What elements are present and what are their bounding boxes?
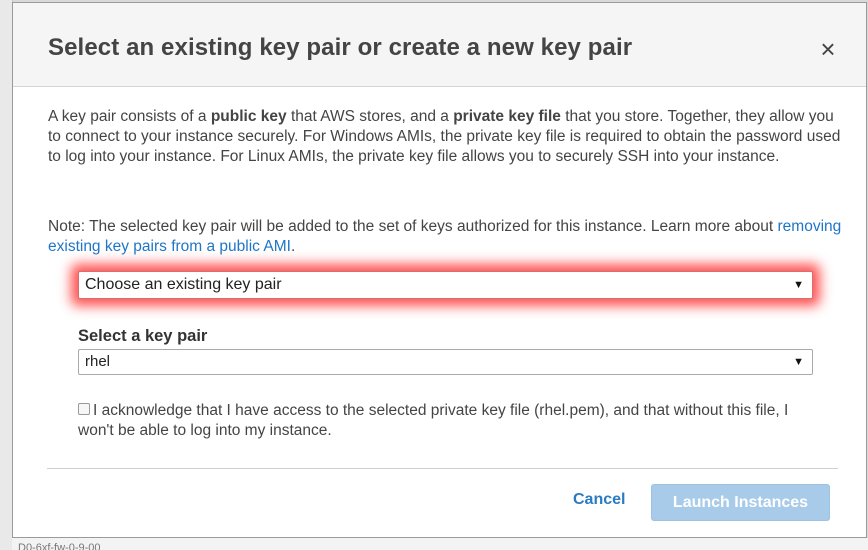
close-button[interactable]: × bbox=[816, 34, 840, 64]
key-pair-select-value: rhel bbox=[85, 353, 111, 370]
key-source-select-value: Choose an existing key pair bbox=[85, 276, 282, 293]
dropdown-arrow-icon: ▼ bbox=[793, 279, 804, 291]
footer-divider bbox=[47, 468, 838, 469]
acknowledge-checkbox[interactable] bbox=[78, 403, 90, 415]
public-key-term: public key bbox=[210, 108, 287, 125]
close-icon[interactable]: × bbox=[820, 34, 835, 64]
private-key-file-term: private key file bbox=[453, 108, 561, 125]
cancel-button[interactable]: Cancel bbox=[573, 491, 625, 509]
key-source-select[interactable]: Choose an existing key pair ▼ bbox=[78, 271, 813, 299]
note-text: Note: The selected key pair will be adde… bbox=[48, 217, 848, 257]
key-pair-select[interactable]: rhel ▼ bbox=[78, 349, 813, 375]
key-pair-label: Select a key pair bbox=[78, 327, 208, 345]
background-text: D0-6xf-fw-0-9-00 bbox=[18, 542, 101, 550]
key-pair-dialog: Select an existing key pair or create a … bbox=[12, 2, 867, 538]
intro-text: A key pair consists of a public key that… bbox=[48, 107, 848, 167]
background-page-bottom: D0-6xf-fw-0-9-00 bbox=[12, 538, 868, 550]
acknowledge-row: I acknowledge that I have access to the … bbox=[78, 401, 798, 441]
note-text-end: . bbox=[290, 238, 296, 255]
dropdown-arrow-icon: ▼ bbox=[793, 356, 804, 368]
intro-text-2: that AWS stores, and a bbox=[286, 108, 454, 125]
intro-text-1: A key pair consists of a bbox=[48, 108, 211, 125]
dialog-title: Select an existing key pair or create a … bbox=[48, 34, 633, 61]
launch-instances-button[interactable]: Launch Instances bbox=[651, 484, 830, 521]
note-text-body: Note: The selected key pair will be adde… bbox=[48, 218, 778, 235]
dialog-header: Select an existing key pair or create a … bbox=[13, 3, 866, 87]
acknowledge-text[interactable]: I acknowledge that I have access to the … bbox=[78, 402, 788, 439]
